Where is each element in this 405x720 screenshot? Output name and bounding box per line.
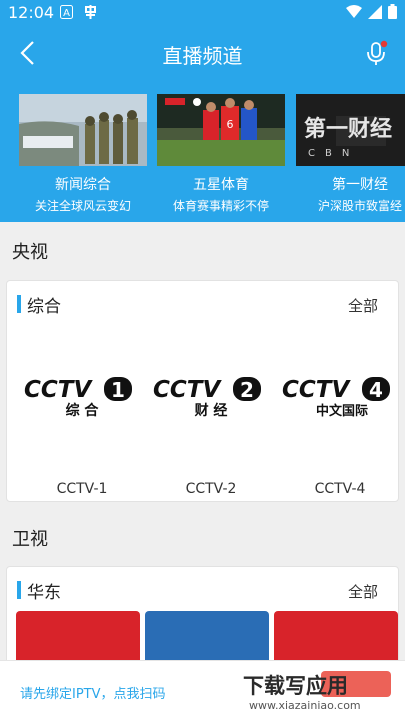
cctv4-logo: CCTV 4 中文国际: [282, 377, 390, 419]
view-all-button[interactable]: 全部: [348, 295, 378, 316]
accent-bar: [17, 295, 21, 313]
bind-iptv-link[interactable]: 请先绑定IPTV，点我扫码: [20, 683, 166, 702]
svg-text:下载写应用: 下载写应用: [243, 674, 348, 698]
status-time: 12:04: [8, 3, 55, 22]
panel-header: 综合: [17, 295, 61, 317]
bottom-bar: 请先绑定IPTV，点我扫码 下载写应用 www.xiazainiao.com: [0, 660, 405, 720]
svg-text:2: 2: [240, 378, 254, 402]
panel-label: 综合: [27, 296, 61, 317]
military-news-thumbnail: [19, 94, 147, 166]
svg-text:1: 1: [111, 378, 125, 402]
football-thumbnail: 6: [157, 94, 285, 166]
page-title: 直播频道: [162, 44, 243, 68]
signal-icon: [368, 4, 382, 19]
panel-header: 华东: [17, 581, 61, 603]
watermark-logo: 下载写应用 www.xiazainiao.com: [243, 671, 391, 712]
svg-text:A: A: [63, 8, 70, 19]
featured-desc: 体育赛事精彩不停: [172, 199, 269, 213]
featured-card-finance[interactable]: 第一财经 CBN 第一财经 沪深股市致富经: [296, 94, 405, 214]
title-bar: 直播频道: [0, 26, 405, 80]
featured-carousel[interactable]: 新闻综合 关注全球风云变幻 6 五星体育 体育赛事精彩不停 第一财经 CBN 第…: [0, 80, 405, 222]
svg-text:www.xiazainiao.com: www.xiazainiao.com: [249, 699, 361, 712]
svg-text:CCTV: CCTV: [153, 377, 222, 403]
microphone-icon[interactable]: [361, 38, 391, 68]
channel-name: CCTV-4: [314, 481, 366, 497]
view-all-button[interactable]: 全部: [348, 581, 378, 602]
svg-text:6: 6: [227, 118, 234, 131]
section-title-satellite: 卫视: [12, 529, 48, 550]
cctv2-logo: CCTV 2 财 经: [153, 377, 261, 419]
svg-text:财 经: 财 经: [194, 402, 228, 419]
notification-a-icon: A: [60, 5, 73, 19]
app-notification-icon: [85, 5, 96, 19]
featured-name: 五星体育: [193, 177, 249, 193]
status-right: [346, 4, 397, 19]
wifi-icon: [346, 4, 362, 18]
svg-text:4: 4: [369, 378, 383, 402]
svg-text:中文国际: 中文国际: [316, 403, 368, 419]
svg-text:CCTV: CCTV: [282, 377, 351, 403]
status-bar: 12:04 A: [0, 0, 405, 26]
featured-name: 新闻综合: [55, 177, 111, 193]
cbn-logo-thumbnail: 第一财经 CBN: [296, 94, 405, 166]
featured-card-sports[interactable]: 6 五星体育 体育赛事精彩不停: [157, 94, 285, 214]
featured-desc: 关注全球风云变幻: [34, 199, 131, 213]
featured-card-news[interactable]: 新闻综合 关注全球风云变幻: [19, 94, 147, 214]
cctv1-logo: CCTV 1 综 合: [24, 377, 132, 419]
featured-name: 第一财经: [332, 177, 388, 193]
panel-label: 华东: [27, 582, 61, 603]
channel-name: CCTV-2: [185, 481, 237, 497]
svg-text:CCTV: CCTV: [24, 377, 93, 403]
svg-text:第一财经: 第一财经: [304, 116, 392, 142]
svg-text:CBN: CBN: [308, 148, 359, 159]
channel-name: CCTV-1: [56, 481, 108, 497]
svg-text:综 合: 综 合: [66, 402, 100, 419]
battery-icon: [388, 4, 397, 19]
channel-cctv2[interactable]: CCTV 2 财 经 CCTV-2: [151, 369, 271, 499]
channel-cctv4[interactable]: CCTV 4 中文国际 CCTV-4: [280, 369, 400, 499]
channel-cctv1[interactable]: CCTV 1 综 合 CCTV-1: [22, 369, 142, 499]
accent-bar: [17, 581, 21, 599]
featured-desc: 沪深股市致富经: [317, 199, 402, 213]
section-title-cctv: 央视: [12, 242, 48, 263]
panel-cctv-general: 综合 全部 CCTV 1 综 合 CCTV-1 CCTV 2 财 经 CCTV-…: [6, 280, 399, 502]
